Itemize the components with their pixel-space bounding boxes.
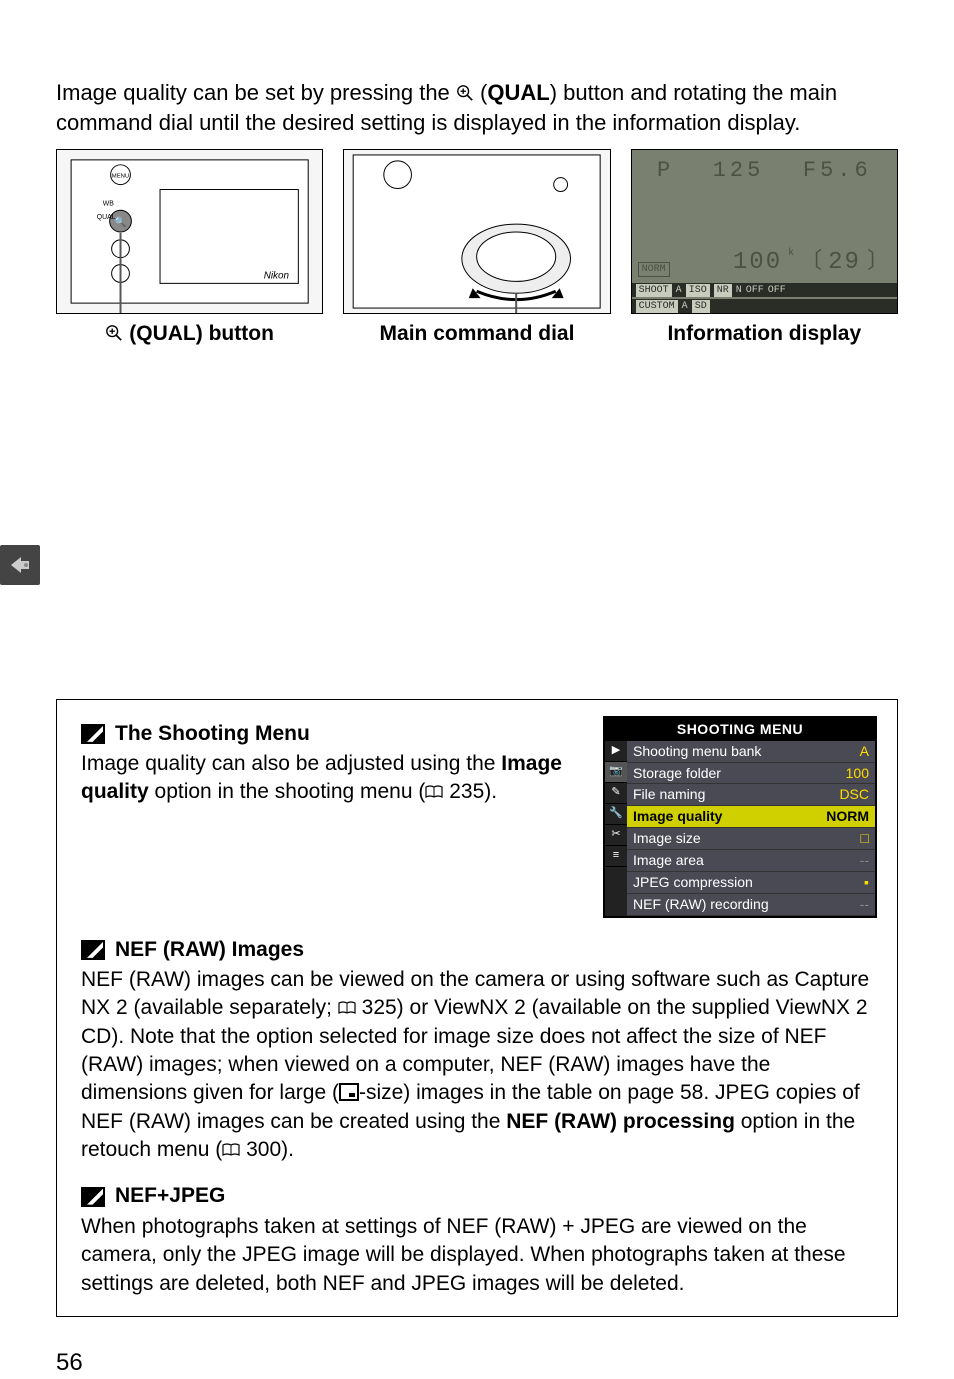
shooting-menu-item: Image area-- [627,850,875,872]
pencil-icon [81,724,105,744]
chapter-tab-icon [0,545,40,585]
svg-text:MENU: MENU [112,174,129,180]
camera-back-illustration: MENU 🔍 WB QUAL Nikon [57,150,322,313]
shooting-menu-screenshot: SHOOTING MENU ▶ 📷 ✎ 🔧 ✂ ≡ Shooting menu … [603,716,877,918]
figure-qual-button: MENU 🔍 WB QUAL Nikon (QUAL) button [56,149,323,348]
page-number: 56 [56,1347,954,1379]
book-icon [338,1001,356,1015]
menu-tab-icon: ▶ [605,741,627,762]
pencil-icon [81,1187,105,1207]
svg-text:WB: WB [103,201,115,208]
info-display-screen: P 125 F5.6 NORM 100 k 〔29〕 SHOOT A ISO [632,150,897,313]
shooting-menu-item: Image qualityNORM [627,806,875,828]
norm-badge: NORM [638,262,670,278]
menu-tab-icon: 🔧 [605,804,627,825]
note2-body: NEF (RAW) images can be viewed on the ca… [81,966,877,1164]
large-size-icon [339,1083,359,1101]
menu-tab-icon: ✂ [605,825,627,846]
book-icon [222,1143,240,1157]
note2-heading: NEF (RAW) Images [115,936,304,964]
shooting-menu-item: Shooting menu bankA [627,741,875,763]
figure-info-display: P 125 F5.6 NORM 100 k 〔29〕 SHOOT A ISO [631,149,898,348]
pencil-icon [81,940,105,960]
shooting-menu-item: JPEG compression▪ [627,872,875,894]
intro-text-1: Image quality can be set by pressing the [56,80,456,105]
zoom-in-icon [105,324,123,342]
note3-body: When photographs taken at settings of NE… [81,1213,877,1298]
camera-top-illustration [344,150,609,313]
shooting-menu-title: SHOOTING MENU [605,718,875,741]
figure-command-dial: Main command dial [343,149,610,348]
zoom-in-icon [456,84,474,102]
figure-caption-a: (QUAL) button [56,320,323,348]
intro-paragraph: Image quality can be set by pressing the… [56,78,898,137]
menu-tab-icon: 📷 [605,762,627,783]
qual-label: QUAL [487,80,549,105]
shooting-menu-item: NEF (RAW) recording-- [627,894,875,916]
menu-tab-icon: ✎ [605,783,627,804]
figure-caption-c: Information display [631,320,898,348]
figure-caption-b: Main command dial [343,320,610,348]
note1-body: Image quality can also be adjusted using… [81,750,585,807]
svg-text:🔍: 🔍 [114,215,126,228]
shooting-menu-item: Image size□ [627,828,875,850]
svg-text:QUAL: QUAL [97,215,116,222]
svg-text:Nikon: Nikon [264,271,290,282]
note1-heading: The Shooting Menu [115,720,310,748]
note3-heading: NEF+JPEG [115,1182,225,1210]
notes-box: The Shooting Menu Image quality can also… [56,699,898,1317]
book-icon [425,785,443,799]
menu-tab-icon: ≡ [605,846,627,867]
figure-row: MENU 🔍 WB QUAL Nikon (QUAL) button [56,149,898,348]
shooting-menu-item: File namingDSC [627,784,875,806]
shooting-menu-item: Storage folder100 [627,763,875,785]
